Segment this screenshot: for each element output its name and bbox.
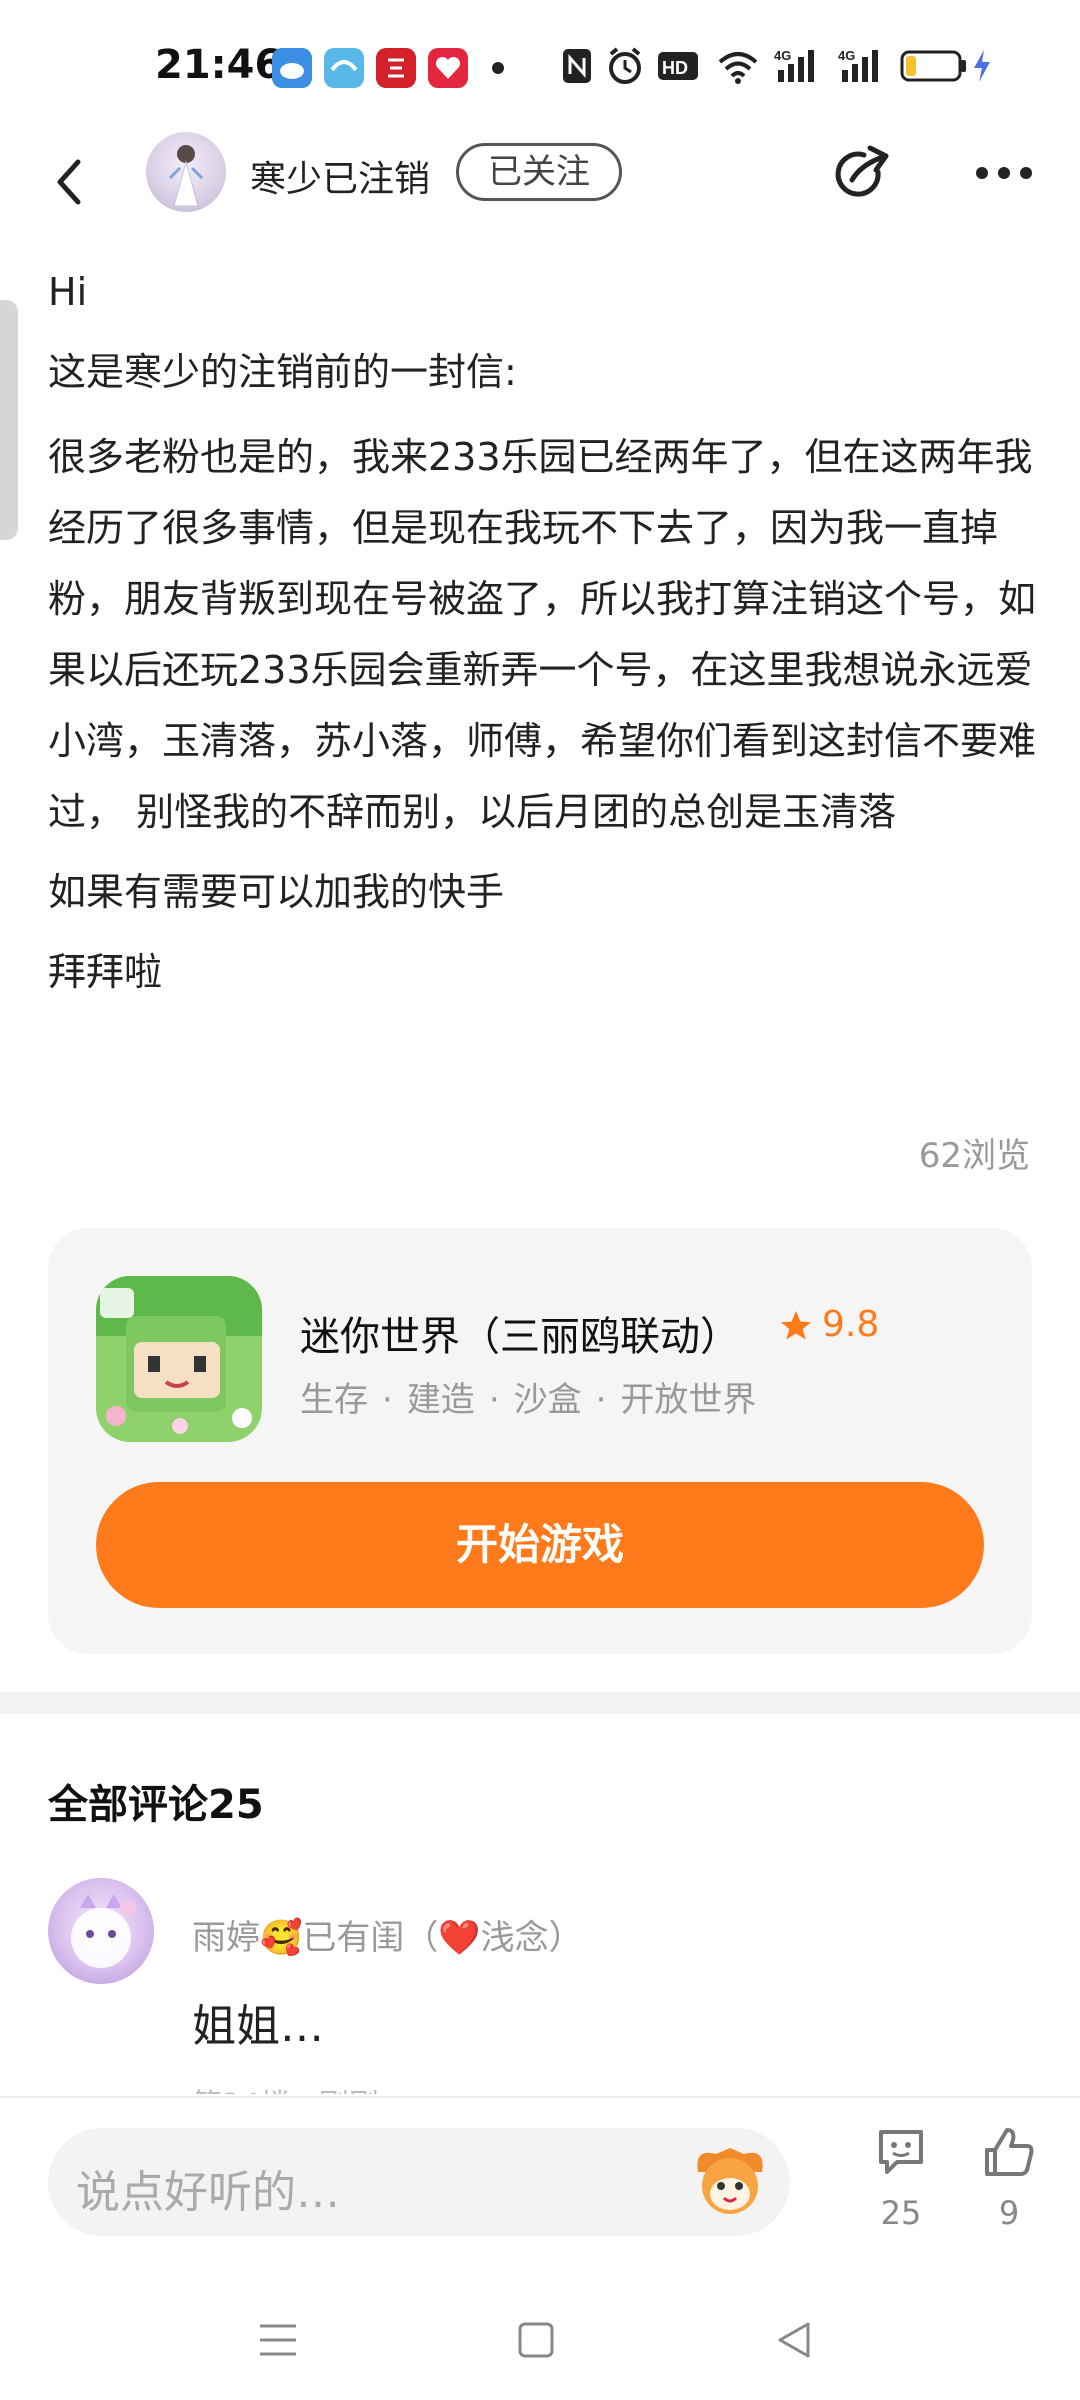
alarm-icon [609, 47, 641, 84]
heart-app-icon [428, 48, 468, 88]
avatar[interactable] [146, 132, 226, 212]
game-tag: 生存 [300, 1380, 368, 1420]
comment-text: 姐姐… [192, 2001, 324, 2052]
star-icon [781, 1311, 811, 1340]
post-intro: 这是寒少的注销前的一封信: [48, 350, 517, 394]
svg-text:4G: 4G [838, 48, 855, 63]
comment-count: 25 [880, 2194, 922, 2232]
svg-text:4G: 4G [774, 48, 791, 63]
comment-avatar[interactable] [48, 1878, 154, 1984]
side-drawer-handle[interactable] [0, 300, 18, 540]
share-icon[interactable] [830, 142, 896, 208]
4g-signal-icon: 4G [838, 48, 878, 82]
game-tags: 生存 · 建造 · 沙盒 · 开放世界 [300, 1380, 757, 1420]
comment-username[interactable]: 雨婷🥰已有闺（❤️浅念） [192, 1910, 583, 1959]
like-count: 9 [998, 2194, 1020, 2232]
nfc-icon [563, 49, 591, 83]
game-name[interactable]: 迷你世界（三丽鸥联动） [300, 1304, 740, 1362]
thumbs-up-icon [985, 2128, 1034, 2176]
back-nav-icon[interactable] [774, 2320, 814, 2360]
game-tag: 沙盒 [513, 1380, 582, 1420]
wallet-app-icon [324, 48, 364, 88]
menu-icon[interactable] [258, 2322, 298, 2358]
game-card[interactable]: 迷你世界（三丽鸥联动） 9.8 生存 · 建造 · 沙盒 · 开放世界 开始游戏 [48, 1228, 1032, 1654]
comment-icon [879, 2130, 923, 2174]
game-tag: 建造 [406, 1380, 475, 1420]
follow-button[interactable]: 已关注 [456, 143, 622, 201]
study-app-icon [376, 48, 416, 88]
post-content: Hi 这是寒少的注销前的一封信: 很多老粉也是的，我来233乐园已经两年了，但在… [48, 262, 1038, 1022]
username[interactable]: 寒少已注销 [250, 150, 430, 202]
bottom-action-bar: 说点好听的… 25 9 [0, 2096, 1080, 2282]
system-nav-bar [0, 2280, 1080, 2400]
battery-icon [900, 50, 966, 82]
post-bye: 拜拜啦 [48, 950, 163, 994]
mascot-emoji-icon[interactable] [688, 2142, 772, 2222]
back-arrow-icon[interactable] [50, 152, 90, 212]
comment-meta: 第24楼 · 刚刚 [192, 2080, 379, 2094]
weather-app-icon [272, 48, 312, 88]
start-game-button[interactable]: 开始游戏 [96, 1482, 984, 1608]
4g-signal-icon: 4G [774, 48, 814, 82]
game-rating: 9.8 [778, 1304, 879, 1345]
comment-input-placeholder: 说点好听的… [76, 2167, 340, 2218]
wifi-icon [718, 52, 758, 84]
game-tag: 开放世界 [620, 1380, 757, 1420]
comments-title: 全部评论25 [48, 1782, 264, 1828]
game-icon[interactable] [96, 1276, 262, 1442]
comment-input[interactable]: 说点好听的… [48, 2128, 790, 2236]
notification-dot-icon [492, 62, 504, 74]
game-rating-value: 9.8 [822, 1304, 880, 1345]
post-greeting: Hi [48, 270, 88, 314]
post-contact: 如果有需要可以加我的快手 [48, 870, 505, 914]
charging-icon [974, 50, 990, 82]
status-time: 21:46 [155, 42, 283, 88]
post-body: 很多老粉也是的，我来233乐园已经两年了，但在这两年我经历了很多事情，但是现在我… [48, 435, 1037, 834]
status-bar: 21:46 HD 4G 4G [0, 0, 1080, 130]
view-count: 62浏览 [918, 1136, 1030, 1176]
home-icon[interactable] [516, 2320, 556, 2360]
section-divider [0, 1692, 1080, 1714]
hd-icon: HD [658, 52, 698, 80]
svg-text:HD: HD [662, 58, 688, 78]
top-bar: 寒少已注销 已关注 [0, 130, 1080, 250]
comment-count-button[interactable]: 25 [866, 2124, 936, 2232]
more-options-icon[interactable] [976, 164, 1042, 183]
like-button[interactable]: 9 [974, 2124, 1044, 2232]
